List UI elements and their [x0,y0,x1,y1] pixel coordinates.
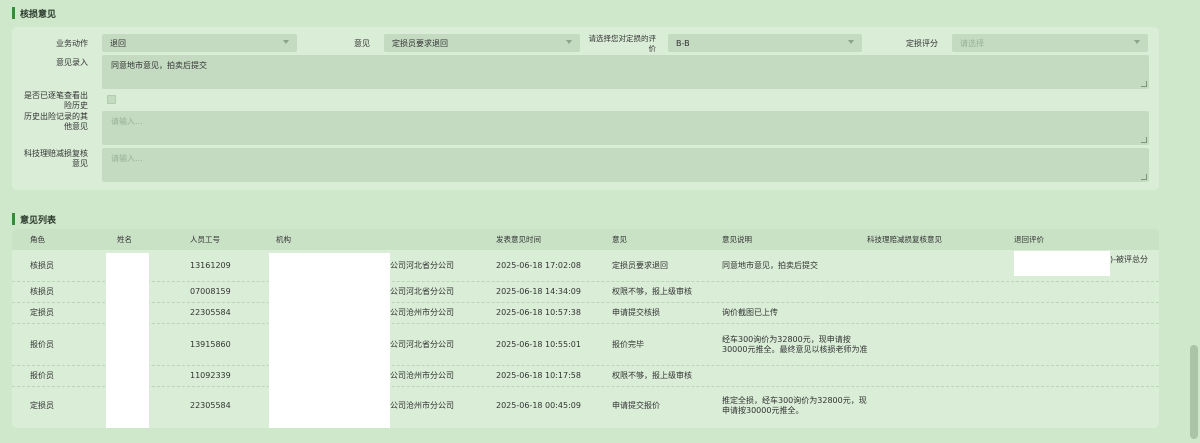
cell-eval: )-被评总分 [1110,254,1149,264]
cell-time: 2025-06-18 10:17:58 [496,371,581,380]
col-desc-header: 意见说明 [722,235,752,244]
col-id-header: 人员工号 [190,235,220,244]
table-row: 报价员 13915860 公司河北省分公司 2025-06-18 10:55:0… [12,324,1159,366]
redaction-mask-eval [1014,251,1110,276]
col-org-header: 机构 [276,235,291,244]
cell-desc: 同意地市意见，拍卖后提交 [722,260,818,270]
opinion-entry-textarea[interactable]: 同意地市意见，拍卖后提交 [102,55,1149,89]
redaction-mask-org [269,253,390,428]
cell-org: 公司河北省分公司 [390,287,454,296]
opinion-value: 定损员要求退回 [392,38,448,48]
opinion-select[interactable]: 定损员要求退回 [384,34,580,52]
rating-value: B-B [676,38,690,48]
table-header: 角色 姓名 人员工号 机构 发表意见时间 意见 意见说明 科技理赔减损复核意见 … [12,229,1159,250]
opinion-entry-value: 同意地市意见，拍卖后提交 [111,61,207,70]
cell-role: 核损员 [30,260,54,270]
table-row: 核损员 07008159 公司河北省分公司 2025-06-18 14:34:0… [12,282,1159,303]
chevron-down-icon [283,40,289,44]
cell-id: 07008159 [190,287,231,296]
cell-time: 2025-06-18 10:55:01 [496,339,581,349]
cell-id: 22305584 [190,400,231,410]
redaction-mask-name [106,253,149,428]
cell-opinion: 报价完毕 [612,339,644,349]
list-title-text: 意见列表 [20,215,57,226]
cell-org: 公司沧州市分公司 [390,371,454,380]
opinion-table: 角色 姓名 人员工号 机构 发表意见时间 意见 意见说明 科技理赔减损复核意见 … [12,229,1159,428]
opinion-entry-label: 意见录入 [56,58,88,67]
history-other-placeholder: 请输入... [111,117,143,126]
loss-score-placeholder: 请选择 [960,38,984,48]
resize-handle-icon[interactable] [1141,81,1147,87]
col-role-header: 角色 [30,235,45,244]
cell-id: 13915860 [190,339,231,349]
title-accent-bar [12,7,15,19]
cell-desc: 推定全损，经车300询价为32800元，现申请按30000元推全。 [722,395,867,415]
cell-time: 2025-06-18 17:02:08 [496,260,581,270]
cell-opinion: 申请提交报价 [612,400,660,410]
cell-desc: 经车300询价为32800元，现申请按30000元推全。最终意见以核损老师为准 [722,334,868,354]
col-name-header: 姓名 [117,235,132,244]
history-other-label: 历史出险记录的其他意见 [24,112,88,131]
loss-score-label: 定损评分 [906,39,938,48]
cell-desc: 询价截图已上传 [722,308,778,317]
rating-label: 请选择您对定损的评价 [588,34,657,53]
vertical-scrollbar[interactable] [1190,345,1198,439]
cell-id: 22305584 [190,308,231,317]
table-row: 核损员 13161209 公司河北省分公司 2025-06-18 17:02:0… [12,250,1159,282]
rating-select[interactable]: B-B [668,34,862,52]
cell-org: 公司沧州市分公司 [390,308,454,317]
cell-time: 2025-06-18 10:57:38 [496,308,581,317]
cell-role: 报价员 [30,371,54,380]
tech-review-placeholder: 请输入... [111,154,143,163]
cell-time: 2025-06-18 00:45:09 [496,400,581,410]
history-checked-label: 是否已逐笔查看出险历史 [24,91,88,110]
cell-time: 2025-06-18 14:34:09 [496,287,581,296]
chevron-down-icon [848,40,854,44]
col-opinion-header: 意见 [612,235,627,244]
review-title-text: 核损意见 [20,9,57,20]
cell-id: 11092339 [190,371,231,380]
opinion-label: 意见 [354,39,370,48]
col-eval-header: 退回评价 [1014,235,1044,244]
business-action-label: 业务动作 [56,39,88,48]
cell-opinion: 权限不够，报上级审核 [612,371,692,380]
cell-org: 公司沧州市分公司 [390,400,454,410]
title-accent-bar [12,213,15,225]
history-other-textarea[interactable]: 请输入... [102,111,1149,145]
list-section-title: 意见列表 [12,212,56,226]
business-action-select[interactable]: 退回 [102,34,297,52]
cell-role: 核损员 [30,287,54,296]
resize-handle-icon[interactable] [1141,174,1147,180]
table-row: 定损员 22305584 公司沧州市分公司 2025-06-18 00:45:0… [12,387,1159,424]
review-section-title: 核损意见 [12,6,56,20]
col-time-header: 发表意见时间 [496,235,541,244]
resize-handle-icon[interactable] [1141,137,1147,143]
tech-review-label: 科技理赔减损复核意见 [24,149,88,168]
cell-org: 公司河北省分公司 [390,339,454,349]
table-row: 报价员 11092339 公司沧州市分公司 2025-06-18 10:17:5… [12,366,1159,387]
cell-org: 公司河北省分公司 [390,260,454,270]
col-tech-header: 科技理赔减损复核意见 [867,235,942,244]
cell-opinion: 申请提交核损 [612,308,660,317]
cell-role: 报价员 [30,339,54,349]
loss-score-select[interactable]: 请选择 [952,34,1148,52]
cell-opinion: 权限不够，报上级审核 [612,287,692,296]
cell-opinion: 定损员要求退回 [612,260,668,270]
chevron-down-icon [1134,40,1140,44]
cell-role: 定损员 [30,400,54,410]
history-checked-checkbox[interactable] [107,95,116,104]
cell-id: 13161209 [190,260,231,270]
business-action-value: 退回 [110,38,126,48]
table-row: 定损员 22305584 公司沧州市分公司 2025-06-18 10:57:3… [12,303,1159,324]
cell-role: 定损员 [30,308,54,317]
chevron-down-icon [566,40,572,44]
tech-review-textarea[interactable]: 请输入... [102,148,1149,182]
